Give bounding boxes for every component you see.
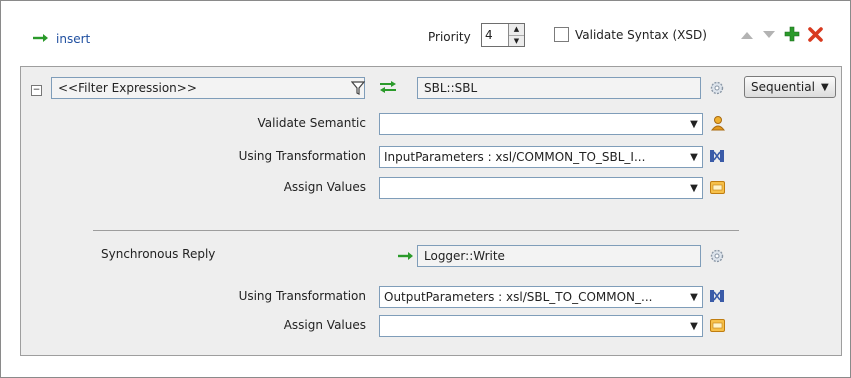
target-service-text: SBL::SBL [424,81,478,95]
user-icon[interactable] [710,115,726,134]
collapse-toggle[interactable]: − [31,85,42,96]
using-transformation-value: InputParameters : xsl/COMMON_TO_SBL_I... [384,150,646,164]
assign-values-select[interactable]: ▼ [379,177,703,199]
routing-panel: − <<Filter Expression>> SBL::SBL Sequent… [20,66,842,356]
reply-using-transformation-label: Using Transformation [238,289,366,303]
reply-target-field[interactable]: Logger::Write [417,245,701,267]
chevron-down-icon: ▼ [820,81,829,93]
filter-expression-field[interactable]: <<Filter Expression>> [51,77,365,99]
move-up-icon[interactable] [740,29,754,43]
delete-icon[interactable] [808,26,823,45]
gear-icon[interactable] [709,248,725,267]
section-divider [93,230,739,231]
chevron-down-icon: ▼ [690,320,698,332]
add-icon[interactable] [784,26,800,45]
reply-assign-values-select[interactable]: ▼ [379,315,703,337]
reply-target-text: Logger::Write [424,249,505,263]
validate-syntax-label: Validate Syntax (XSD) [575,27,707,42]
transformation-mapper-icon[interactable] [709,148,725,167]
rule-actions [740,26,823,45]
chevron-down-icon: ▼ [690,291,698,303]
using-transformation-label: Using Transformation [238,149,366,163]
move-down-icon[interactable] [762,29,776,43]
insert-link[interactable]: insert [32,32,90,46]
using-transformation-select[interactable]: InputParameters : xsl/COMMON_TO_SBL_I...… [379,146,703,168]
arrow-right-icon [32,32,50,46]
assign-values-label: Assign Values [283,180,366,194]
validate-syntax-checkbox[interactable]: Validate Syntax (XSD) [554,27,707,42]
validate-semantic-select[interactable]: ▼ [379,113,703,135]
spin-down-button[interactable]: ▼ [509,35,524,46]
target-service-field[interactable]: SBL::SBL [417,77,701,99]
reply-using-transformation-value: OutputParameters : xsl/SBL_TO_COMMON_... [384,290,653,304]
reply-using-transformation-select[interactable]: OutputParameters : xsl/SBL_TO_COMMON_...… [379,286,703,308]
chevron-down-icon: ▼ [690,182,698,194]
gear-icon[interactable] [709,80,725,99]
chevron-down-icon: ▼ [690,151,698,163]
route-target-icon [379,80,397,97]
validate-semantic-label: Validate Semantic [257,116,366,130]
execution-mode-value: Sequential [751,80,815,94]
transformation-mapper-icon[interactable] [709,288,725,307]
synchronous-reply-label: Synchronous Reply [101,247,216,261]
reply-arrow-icon [397,250,415,264]
filter-icon[interactable] [350,81,366,98]
priority-value[interactable]: 4 [482,24,508,46]
assign-values-icon[interactable] [710,318,725,336]
reply-assign-values-label: Assign Values [283,318,366,332]
filter-expression-text: <<Filter Expression>> [58,81,197,95]
assign-values-icon[interactable] [710,180,725,198]
execution-mode-select[interactable]: Sequential ▼ [744,76,836,98]
checkbox-box[interactable] [554,27,569,42]
chevron-down-icon: ▼ [690,118,698,130]
priority-spinner[interactable]: 4 ▲ ▼ [481,23,525,47]
priority-label: Priority [428,30,471,44]
spin-up-button[interactable]: ▲ [509,24,524,36]
insert-label[interactable]: insert [56,32,90,46]
